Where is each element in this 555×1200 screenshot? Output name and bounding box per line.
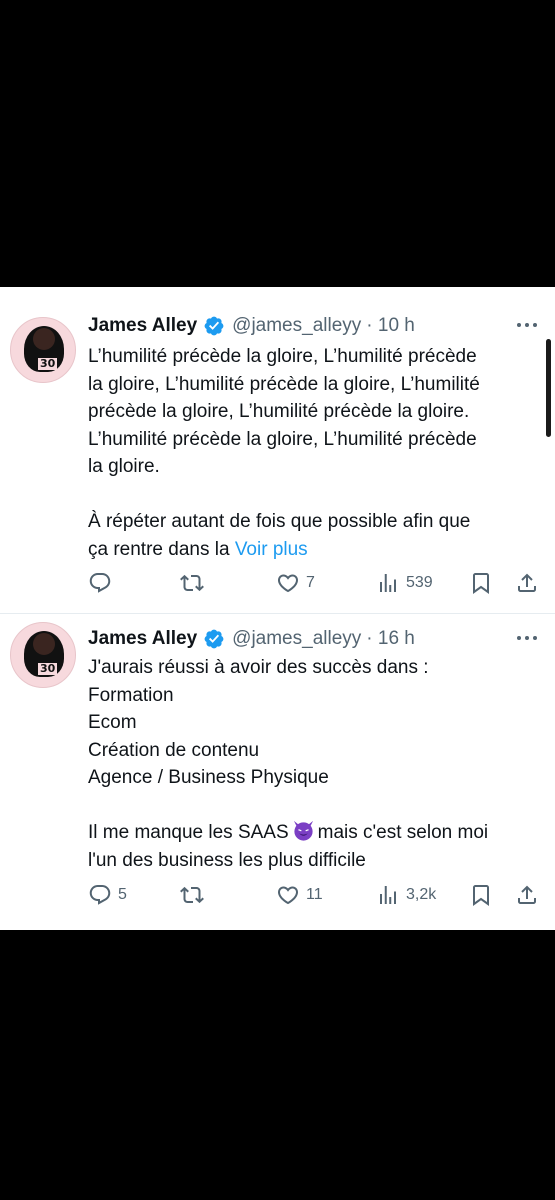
views-chart-icon [380,886,396,904]
tweet-card[interactable]: 30 James Alley @james_alleyy · 16 h J'au… [0,614,555,930]
text-line: Il me manque les SAAS mais c'est selon m… [88,819,538,847]
reply-count: 5 [118,886,127,903]
author-handle[interactable]: @james_alleyy [232,315,361,337]
share-icon [518,573,536,592]
text-line: J'aurais réussi à avoir des succès dans … [88,657,429,678]
like-count: 11 [306,886,323,903]
screenshot-page: 30 James Alley @james_alleyy · 10 h L’hu… [0,0,555,1200]
tweet-header: James Alley @james_alleyy · 10 h [88,313,415,339]
saas-text-after: mais c'est selon moi [317,822,489,843]
saas-text: Il me manque les SAAS [88,822,289,843]
like-count: 7 [306,574,315,591]
text-line: précède la gloire, L’humilité précède la… [88,401,470,422]
more-dots-icon[interactable] [515,630,539,646]
avatar-badge: 30 [38,357,58,370]
reply-button[interactable]: 5 [88,880,127,910]
avatar-badge: 30 [38,662,58,675]
like-button[interactable]: 11 [276,880,323,910]
tweet-feed: 30 James Alley @james_alleyy · 10 h L’hu… [0,287,555,930]
reply-button[interactable] [88,568,118,598]
share-button[interactable] [515,568,539,598]
heart-icon [277,574,299,593]
tweet-text: L’humilité précède la gloire, L’humilité… [88,343,538,563]
views-button[interactable]: 539 [376,568,433,598]
see-more-link[interactable]: Voir plus [235,539,308,560]
tweet-time[interactable]: · 16 h [366,628,415,650]
heart-icon [277,886,299,905]
bookmark-icon [473,573,489,594]
bookmark-button[interactable] [469,568,493,598]
verified-badge-icon [204,316,224,336]
text-line: Formation [88,684,174,706]
text-line: la gloire, L’humilité précède la gloire,… [88,373,480,395]
retweet-icon [180,574,204,592]
text-line-start: ça rentre dans la [88,538,235,560]
text-line: À répéter autant de fois que possible af… [88,511,471,532]
author-handle[interactable]: @james_alleyy [232,628,361,650]
smiling-devil-emoji [293,820,313,841]
avatar[interactable]: 30 [10,317,76,383]
tweet-header: James Alley @james_alleyy · 16 h [88,626,415,652]
tweet-text: J'aurais réussi à avoir des succès dans … [88,654,538,874]
tweet-actions: 7 539 [88,568,543,598]
bookmark-button[interactable] [469,880,493,910]
views-count: 539 [406,574,433,591]
share-button[interactable] [515,880,539,910]
text-line: la gloire. [88,456,160,477]
views-chart-icon [380,574,396,592]
retweet-icon [180,886,204,904]
retweet-button[interactable] [180,880,210,910]
tweet-time[interactable]: · 10 h [366,315,415,337]
avatar-face [33,328,55,350]
text-line: Agence / Business Physique [88,767,329,788]
verified-badge-icon [204,629,224,649]
text-line: ça rentre dans la Voir plus [88,536,538,564]
retweet-button[interactable] [180,568,210,598]
author-name[interactable]: James Alley [88,315,197,337]
text-line: l'un des business les plus difficile [88,849,366,871]
text-line: L’humilité précède la gloire, L’humilité… [88,428,477,450]
bookmark-icon [473,885,489,906]
share-icon [518,885,536,904]
text-line: Création de contenu [88,739,260,761]
tweet-actions: 5 11 3,2k [88,880,543,910]
reply-icon [89,573,111,593]
views-count: 3,2k [406,886,437,903]
text-line: Ecom [88,712,137,733]
more-dots-icon[interactable] [515,317,539,333]
scrollbar[interactable] [546,339,551,437]
views-button[interactable]: 3,2k [376,880,436,910]
avatar-face [33,633,55,655]
author-name[interactable]: James Alley [88,628,197,650]
avatar[interactable]: 30 [10,622,76,688]
tweet-card[interactable]: 30 James Alley @james_alleyy · 10 h L’hu… [0,287,555,613]
text-line: L’humilité précède la gloire, L’humilité… [88,346,477,367]
like-button[interactable]: 7 [276,568,315,598]
reply-icon [89,885,111,905]
